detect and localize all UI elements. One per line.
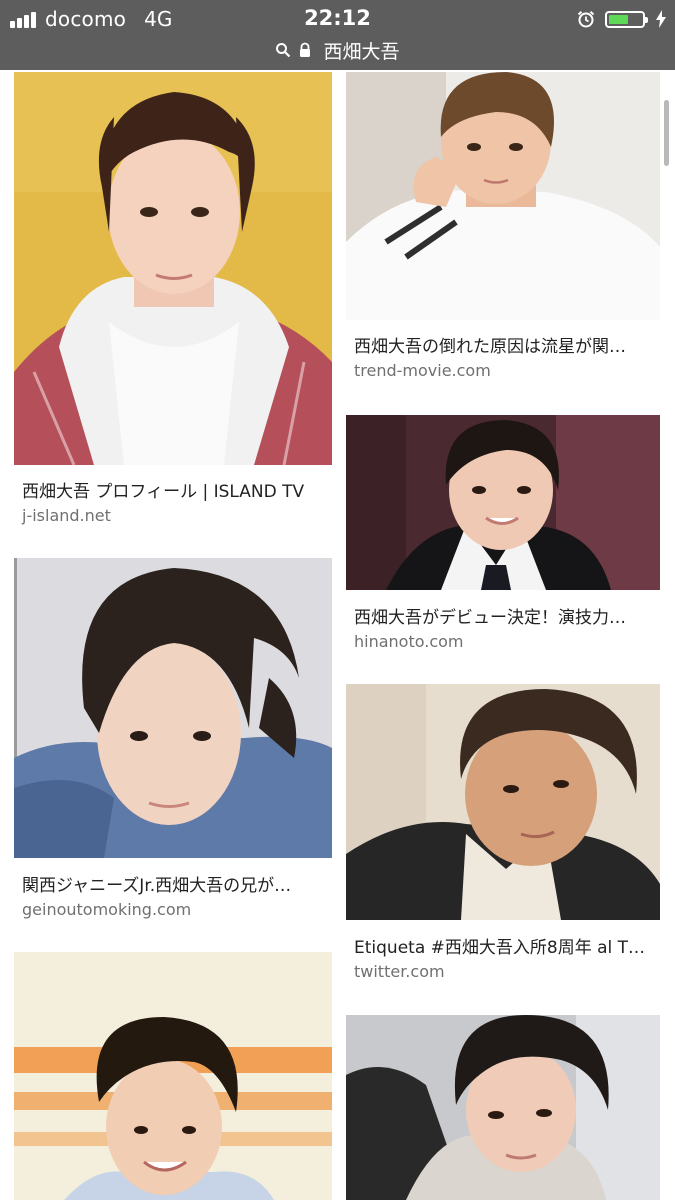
- result-card-trend-movie[interactable]: 西畑大吾の倒れた原因は流星が関… trend-movie.com: [346, 72, 660, 392]
- address-bar-query[interactable]: 西畑大吾: [323, 37, 399, 64]
- result-domain: trend-movie.com: [354, 361, 491, 380]
- result-title[interactable]: Etiqueta #西畑大吾入所8周年 al T…: [354, 933, 654, 958]
- result-title[interactable]: 西畑大吾の倒れた原因は流星が関…: [354, 332, 654, 357]
- result-thumbnail[interactable]: [346, 72, 660, 320]
- result-title[interactable]: 西畑大吾がデビュー決定！演技力…: [354, 603, 654, 628]
- status-bar: docomo 4G 22:12 西畑大吾: [0, 0, 675, 70]
- result-thumbnail[interactable]: [14, 558, 332, 858]
- result-domain: hinanoto.com: [354, 632, 464, 651]
- result-thumbnail[interactable]: [14, 72, 332, 465]
- address-bar[interactable]: 西畑大吾: [0, 36, 675, 64]
- lock-icon: [300, 42, 311, 57]
- result-thumbnail[interactable]: [346, 415, 660, 590]
- result-thumbnail[interactable]: [346, 1015, 660, 1200]
- result-card-6[interactable]: [346, 1015, 660, 1200]
- status-right: [577, 6, 667, 32]
- search-icon: [276, 43, 291, 58]
- result-thumbnail[interactable]: [346, 684, 660, 920]
- result-card-5[interactable]: [14, 952, 332, 1200]
- result-title[interactable]: 関西ジャニーズJr.西畑大吾の兄が…: [22, 871, 327, 896]
- result-domain: j-island.net: [22, 506, 111, 525]
- alarm-icon: [577, 11, 595, 28]
- result-domain: geinoutomoking.com: [22, 900, 192, 919]
- battery-icon: [605, 10, 648, 28]
- result-card-j-island[interactable]: 西畑大吾 プロフィール | ISLAND TV j-island.net: [14, 72, 332, 542]
- result-card-hinanoto[interactable]: 西畑大吾がデビュー決定！演技力… hinanoto.com: [346, 415, 660, 660]
- image-results-grid: 西畑大吾 プロフィール | ISLAND TV j-island.net 西畑大…: [0, 0, 675, 1200]
- status-time: 22:12: [304, 6, 371, 30]
- result-card-geinoutomoking[interactable]: 関西ジャニーズJr.西畑大吾の兄が… geinoutomoking.com: [14, 558, 332, 923]
- result-domain: twitter.com: [354, 962, 445, 981]
- result-card-twitter[interactable]: Etiqueta #西畑大吾入所8周年 al T… twitter.com: [346, 684, 660, 984]
- result-title[interactable]: 西畑大吾 プロフィール | ISLAND TV: [22, 477, 327, 502]
- scrollbar[interactable]: [664, 100, 669, 166]
- result-thumbnail[interactable]: [14, 952, 332, 1200]
- charging-icon: [656, 10, 666, 28]
